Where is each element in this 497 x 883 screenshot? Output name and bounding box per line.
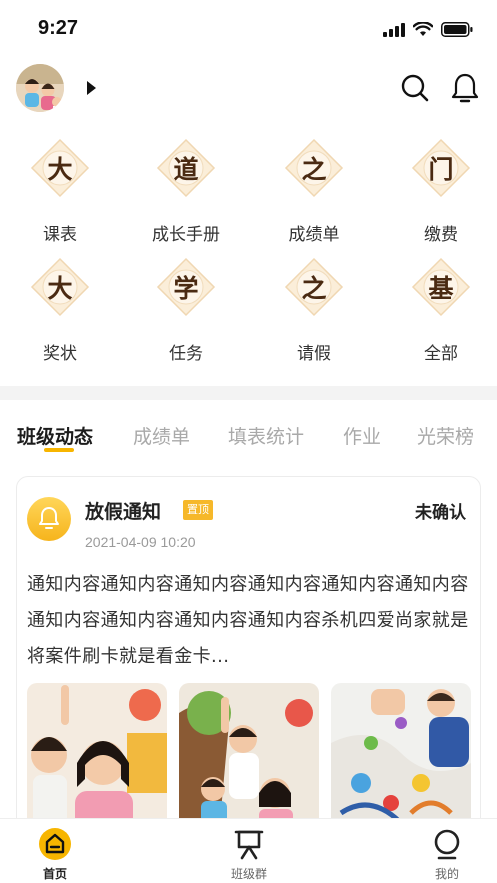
battery-icon: [441, 22, 473, 37]
medal-char: 大: [47, 155, 73, 184]
notice-title: 放假通知: [85, 501, 162, 523]
medal-char: 门: [428, 155, 454, 184]
notice-card[interactable]: 放假通知 置顶 未确认 2021-04-09 10:20 通知内容通知内容通知内…: [16, 476, 481, 836]
wifi-icon: [413, 22, 433, 36]
children-photo: [179, 683, 319, 833]
medal-char: 学: [173, 274, 199, 303]
active-tab-indicator: [44, 448, 74, 452]
notice-photo[interactable]: [179, 683, 319, 833]
tab-report-card[interactable]: 成绩单: [133, 422, 190, 449]
status-time: 9:27: [38, 17, 79, 39]
notice-timestamp: 2021-04-09 10:20: [85, 534, 196, 550]
home-icon: [39, 828, 71, 860]
caret-right-icon[interactable]: [87, 81, 96, 95]
grid-item-tasks[interactable]: 学 任务: [126, 257, 246, 367]
medal-char: 大: [47, 274, 73, 303]
grid-label: 请假: [297, 344, 331, 364]
notice-body: 通知内容通知内容通知内容通知内容通知内容通知内容通知内容通知内容通知内容通知内容…: [27, 574, 469, 667]
profile-icon: [434, 829, 460, 860]
notice-bell-badge: [27, 497, 71, 541]
nav-profile-label: 我的: [434, 867, 459, 881]
tab-class-updates[interactable]: 班级动态: [17, 422, 93, 449]
top-header: [0, 58, 497, 118]
medal-char: 道: [173, 155, 199, 184]
pinned-badge: 置顶: [183, 500, 213, 520]
nav-class-group[interactable]: 班级群: [199, 825, 299, 881]
cellular-signal-icon: [383, 22, 405, 37]
grid-item-growth-book[interactable]: 道 成长手册: [126, 138, 246, 248]
presentation-board-icon: [234, 830, 264, 860]
grid-label: 缴费: [424, 225, 458, 245]
nav-profile[interactable]: 我的: [397, 825, 497, 881]
painting-photo: [331, 683, 471, 833]
confirm-status[interactable]: 未确认: [415, 498, 466, 523]
grid-item-payment[interactable]: 门 缴费: [381, 138, 497, 248]
search-icon[interactable]: [399, 72, 431, 104]
notice-photo[interactable]: [27, 683, 167, 833]
tab-homework[interactable]: 作业: [343, 422, 381, 449]
grid-item-leave[interactable]: 之 请假: [254, 257, 374, 367]
tab-honor-roll[interactable]: 光荣榜: [417, 422, 474, 449]
grid-label: 课表: [43, 225, 77, 245]
notice-photo[interactable]: [331, 683, 471, 833]
grid-item-schedule[interactable]: 大 课表: [0, 138, 120, 248]
avatar-photo: [16, 64, 64, 112]
content-tabs: 班级动态 成绩单 填表统计 作业 光荣榜: [0, 418, 497, 462]
bell-icon[interactable]: [449, 72, 481, 104]
bottom-nav: 首页 班级群 我的: [0, 818, 497, 883]
nav-class-group-label: 班级群: [230, 867, 267, 881]
grid-label: 成长手册: [152, 225, 220, 245]
medal-char: 之: [301, 155, 327, 184]
nav-home-label: 首页: [42, 867, 67, 881]
grid-item-certificate[interactable]: 大 奖状: [0, 257, 120, 367]
nav-home[interactable]: 首页: [5, 825, 105, 881]
children-photo: [27, 683, 167, 833]
section-divider: [0, 386, 497, 400]
grid-item-report-card[interactable]: 之 成绩单: [254, 138, 374, 248]
bell-icon: [39, 507, 59, 529]
avatar[interactable]: [16, 64, 64, 112]
grid-item-all[interactable]: 基 全部: [381, 257, 497, 367]
medal-char: 基: [428, 274, 454, 303]
grid-label: 成绩单: [288, 225, 340, 245]
status-icons: [383, 22, 473, 37]
status-bar: 9:27: [0, 0, 497, 56]
tab-form-stats[interactable]: 填表统计: [228, 422, 304, 449]
medal-char: 之: [301, 274, 327, 303]
grid-label: 奖状: [43, 344, 77, 364]
grid-label: 任务: [169, 344, 203, 364]
grid-label: 全部: [424, 344, 458, 364]
